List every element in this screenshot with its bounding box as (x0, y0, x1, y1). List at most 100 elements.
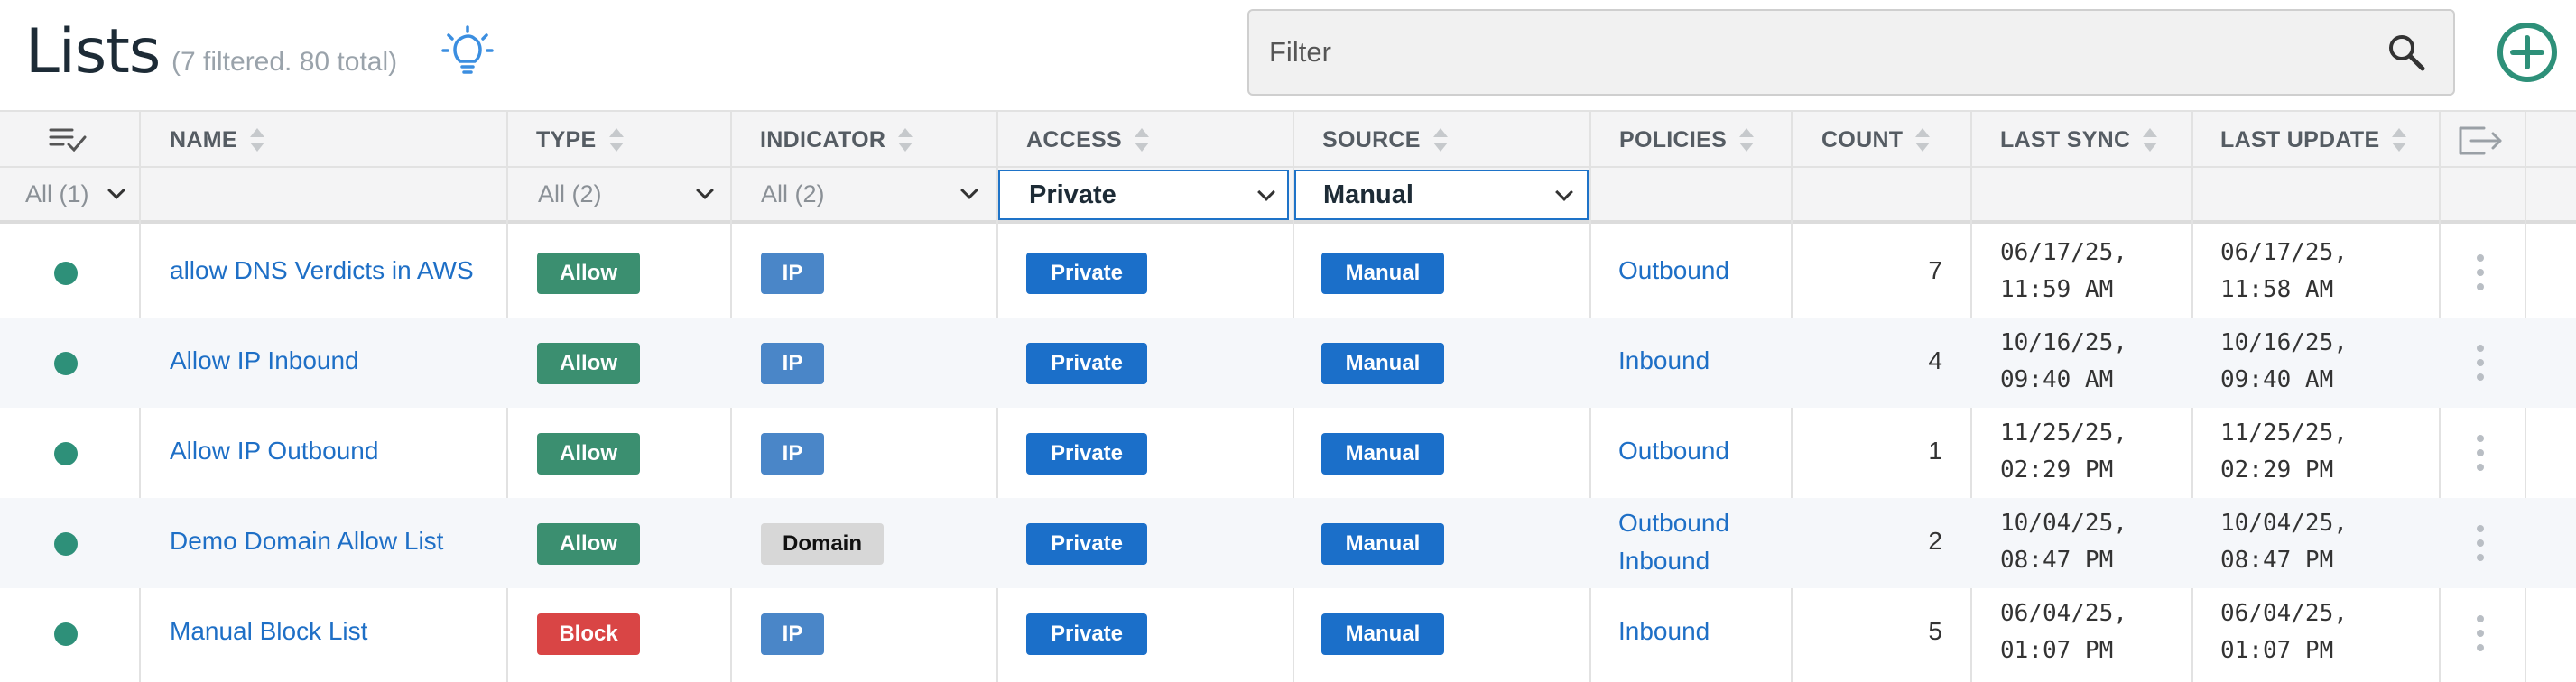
status-filter-select[interactable]: All (1) (25, 168, 130, 220)
column-header-last-sync[interactable]: LAST SYNC (2000, 112, 2158, 168)
list-name-link[interactable]: Allow IP Inbound (170, 346, 359, 375)
access-filter-select[interactable]: Private (998, 170, 1289, 220)
source-badge: Manual (1321, 343, 1444, 384)
policy-link[interactable]: Inbound (1618, 547, 1710, 576)
last-update-date: 11/25/25, 02:29 PM (2220, 419, 2348, 484)
kebab-menu-icon[interactable] (2476, 525, 2485, 561)
last-sync-date: 11/25/25, 02:29 PM (2000, 419, 2127, 484)
policy-link[interactable]: Outbound (1618, 256, 1729, 285)
sort-icon (1135, 128, 1149, 152)
kebab-menu-icon[interactable] (2476, 615, 2485, 651)
list-name-link[interactable]: allow DNS Verdicts in AWS (170, 256, 474, 285)
access-badge: Private (1026, 343, 1147, 384)
table-filter-row: All (1) All (2) All (2) Private Manual (0, 168, 2576, 224)
add-list-button[interactable] (2497, 22, 2558, 83)
last-update-date: 10/16/25, 09:40 AM (2220, 329, 2348, 393)
sort-icon (2143, 128, 2158, 152)
type-filter-select[interactable]: All (2) (538, 168, 718, 220)
sort-icon (249, 128, 264, 152)
table-row[interactable]: Allow IP Inbound Allow IP Private Manual Inbo… (0, 318, 2576, 408)
list-name-link[interactable]: Manual Block List (170, 617, 367, 646)
sort-icon (608, 128, 624, 152)
source-badge: Manual (1321, 253, 1444, 294)
kebab-menu-icon[interactable] (2476, 345, 2485, 381)
sort-icon (898, 128, 913, 152)
source-badge: Manual (1321, 613, 1444, 655)
policy-link[interactable]: Outbound (1618, 509, 1729, 538)
table-row[interactable]: Allow IP Outbound Allow IP Private Manual Out… (0, 408, 2576, 498)
source-badge: Manual (1321, 523, 1444, 565)
policy-link[interactable]: Inbound (1618, 346, 1710, 375)
status-dot (54, 442, 78, 465)
last-update-date: 10/04/25, 08:47 PM (2220, 510, 2348, 574)
chevron-down-icon (107, 181, 125, 199)
entry-count: 2 (1928, 527, 1942, 555)
list-count-summary: (7 filtered. 80 total) (171, 47, 398, 77)
indicator-badge: IP (761, 433, 824, 475)
column-header-name[interactable]: NAME (170, 112, 264, 168)
status-dot (54, 622, 78, 646)
kebab-menu-icon[interactable] (2476, 435, 2485, 471)
last-sync-date: 10/04/25, 08:47 PM (2000, 510, 2127, 574)
sort-icon (1915, 128, 1931, 152)
page-title: Lists (25, 16, 161, 88)
chevron-down-icon (960, 181, 978, 199)
sort-icon (1739, 128, 1755, 152)
source-filter-select[interactable]: Manual (1294, 170, 1589, 220)
last-update-date: 06/17/25, 11:58 AM (2220, 239, 2348, 303)
column-header-access[interactable]: ACCESS (1026, 112, 1149, 168)
page-header: Lists (7 filtered. 80 total) (0, 0, 2576, 110)
list-name-link[interactable]: Allow IP Outbound (170, 437, 378, 465)
last-sync-date: 06/17/25, 11:59 AM (2000, 239, 2127, 303)
column-header-source[interactable]: SOURCE (1322, 112, 1448, 168)
table-row[interactable]: Manual Block List Block IP Private Manual Inb… (0, 588, 2576, 678)
column-header-policies[interactable]: POLICIES (1619, 112, 1755, 168)
indicator-badge: Domain (761, 523, 884, 565)
status-dot (54, 352, 78, 375)
indicator-filter-select[interactable]: All (2) (761, 168, 983, 220)
indicator-badge: IP (761, 343, 824, 384)
sort-icon (1432, 128, 1448, 152)
type-badge: Allow (537, 343, 640, 384)
status-dot (54, 532, 78, 556)
access-badge: Private (1026, 433, 1147, 475)
column-header-last-update[interactable]: LAST UPDATE (2220, 112, 2407, 168)
last-sync-date: 06/04/25, 01:07 PM (2000, 600, 2127, 664)
source-badge: Manual (1321, 433, 1444, 475)
filter-box (1247, 9, 2455, 96)
type-badge: Allow (537, 433, 640, 475)
chevron-down-icon (1555, 183, 1573, 201)
column-header-count[interactable]: COUNT (1821, 112, 1931, 168)
indicator-badge: IP (761, 613, 824, 655)
access-badge: Private (1026, 613, 1147, 655)
search-icon[interactable] (2386, 32, 2426, 72)
entry-count: 5 (1928, 617, 1942, 645)
policy-link[interactable]: Inbound (1618, 617, 1710, 646)
table-header-row: NAME TYPE INDICATOR ACCESS SOURCE POLICI… (0, 110, 2576, 168)
indicator-badge: IP (761, 253, 824, 294)
export-icon[interactable] (2457, 124, 2506, 157)
chevron-down-icon (1257, 183, 1275, 201)
type-badge: Allow (537, 523, 640, 565)
last-update-date: 06/04/25, 01:07 PM (2220, 600, 2348, 664)
table-row[interactable]: Demo Domain Allow List Allow Domain Private… (0, 498, 2576, 588)
policy-link[interactable]: Outbound (1618, 437, 1729, 465)
column-header-type[interactable]: TYPE (536, 112, 624, 168)
column-chooser-icon[interactable] (49, 126, 87, 153)
column-header-indicator[interactable]: INDICATOR (760, 112, 913, 168)
last-sync-date: 10/16/25, 09:40 AM (2000, 329, 2127, 393)
kebab-menu-icon[interactable] (2476, 254, 2485, 290)
entry-count: 1 (1928, 437, 1942, 465)
lightbulb-icon[interactable] (440, 25, 495, 79)
type-badge: Block (537, 613, 640, 655)
table-row[interactable]: allow DNS Verdicts in AWS Allow IP Private M… (0, 227, 2576, 318)
chevron-down-icon (696, 181, 714, 199)
entry-count: 4 (1928, 346, 1942, 374)
access-badge: Private (1026, 253, 1147, 294)
entry-count: 7 (1928, 256, 1942, 284)
list-name-link[interactable]: Demo Domain Allow List (170, 527, 443, 556)
type-badge: Allow (537, 253, 640, 294)
sort-icon (2392, 128, 2407, 152)
status-dot (54, 262, 78, 285)
filter-input[interactable] (1269, 11, 2352, 94)
